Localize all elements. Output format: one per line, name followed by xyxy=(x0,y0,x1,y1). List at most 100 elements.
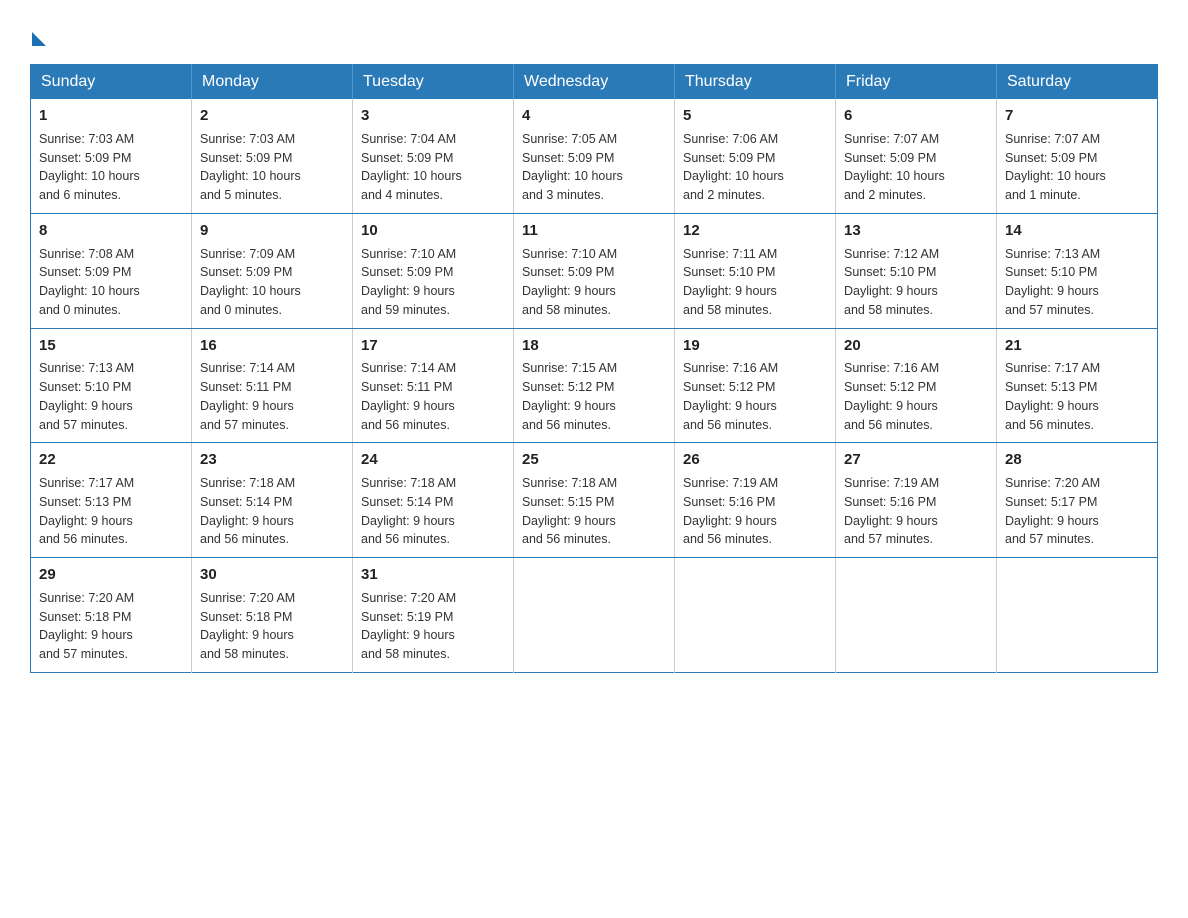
day-number: 5 xyxy=(683,105,827,127)
day-number: 11 xyxy=(522,220,666,242)
calendar-header-thursday: Thursday xyxy=(675,65,836,100)
day-number: 2 xyxy=(200,105,344,127)
calendar-header-friday: Friday xyxy=(836,65,997,100)
day-info: Sunrise: 7:16 AMSunset: 5:12 PMDaylight:… xyxy=(844,359,988,434)
calendar-cell: 19 Sunrise: 7:16 AMSunset: 5:12 PMDaylig… xyxy=(675,328,836,443)
calendar-cell: 8 Sunrise: 7:08 AMSunset: 5:09 PMDayligh… xyxy=(31,213,192,328)
calendar-cell: 30 Sunrise: 7:20 AMSunset: 5:18 PMDaylig… xyxy=(192,558,353,673)
day-number: 10 xyxy=(361,220,505,242)
day-info: Sunrise: 7:20 AMSunset: 5:19 PMDaylight:… xyxy=(361,589,505,664)
calendar-cell: 25 Sunrise: 7:18 AMSunset: 5:15 PMDaylig… xyxy=(514,443,675,558)
calendar-week-5: 29 Sunrise: 7:20 AMSunset: 5:18 PMDaylig… xyxy=(31,558,1158,673)
calendar-header-monday: Monday xyxy=(192,65,353,100)
day-info: Sunrise: 7:11 AMSunset: 5:10 PMDaylight:… xyxy=(683,245,827,320)
calendar-cell: 18 Sunrise: 7:15 AMSunset: 5:12 PMDaylig… xyxy=(514,328,675,443)
day-info: Sunrise: 7:16 AMSunset: 5:12 PMDaylight:… xyxy=(683,359,827,434)
calendar-cell: 9 Sunrise: 7:09 AMSunset: 5:09 PMDayligh… xyxy=(192,213,353,328)
calendar-cell: 3 Sunrise: 7:04 AMSunset: 5:09 PMDayligh… xyxy=(353,99,514,213)
day-number: 30 xyxy=(200,564,344,586)
day-number: 17 xyxy=(361,335,505,357)
day-number: 16 xyxy=(200,335,344,357)
day-info: Sunrise: 7:08 AMSunset: 5:09 PMDaylight:… xyxy=(39,245,183,320)
calendar-cell: 20 Sunrise: 7:16 AMSunset: 5:12 PMDaylig… xyxy=(836,328,997,443)
day-number: 18 xyxy=(522,335,666,357)
calendar-header-sunday: Sunday xyxy=(31,65,192,100)
calendar-cell: 5 Sunrise: 7:06 AMSunset: 5:09 PMDayligh… xyxy=(675,99,836,213)
day-number: 29 xyxy=(39,564,183,586)
day-info: Sunrise: 7:17 AMSunset: 5:13 PMDaylight:… xyxy=(1005,359,1149,434)
logo xyxy=(30,28,46,46)
day-number: 9 xyxy=(200,220,344,242)
calendar-cell xyxy=(836,558,997,673)
day-info: Sunrise: 7:09 AMSunset: 5:09 PMDaylight:… xyxy=(200,245,344,320)
day-info: Sunrise: 7:07 AMSunset: 5:09 PMDaylight:… xyxy=(1005,130,1149,205)
calendar-header-saturday: Saturday xyxy=(997,65,1158,100)
calendar-cell: 11 Sunrise: 7:10 AMSunset: 5:09 PMDaylig… xyxy=(514,213,675,328)
day-number: 23 xyxy=(200,449,344,471)
day-number: 4 xyxy=(522,105,666,127)
calendar-cell: 27 Sunrise: 7:19 AMSunset: 5:16 PMDaylig… xyxy=(836,443,997,558)
day-number: 1 xyxy=(39,105,183,127)
day-number: 7 xyxy=(1005,105,1149,127)
day-info: Sunrise: 7:18 AMSunset: 5:14 PMDaylight:… xyxy=(361,474,505,549)
page-header xyxy=(30,20,1158,46)
day-info: Sunrise: 7:12 AMSunset: 5:10 PMDaylight:… xyxy=(844,245,988,320)
day-info: Sunrise: 7:18 AMSunset: 5:14 PMDaylight:… xyxy=(200,474,344,549)
day-info: Sunrise: 7:15 AMSunset: 5:12 PMDaylight:… xyxy=(522,359,666,434)
day-number: 15 xyxy=(39,335,183,357)
calendar-header-tuesday: Tuesday xyxy=(353,65,514,100)
day-info: Sunrise: 7:14 AMSunset: 5:11 PMDaylight:… xyxy=(200,359,344,434)
day-number: 25 xyxy=(522,449,666,471)
day-info: Sunrise: 7:10 AMSunset: 5:09 PMDaylight:… xyxy=(361,245,505,320)
calendar-week-4: 22 Sunrise: 7:17 AMSunset: 5:13 PMDaylig… xyxy=(31,443,1158,558)
day-info: Sunrise: 7:03 AMSunset: 5:09 PMDaylight:… xyxy=(39,130,183,205)
calendar-week-1: 1 Sunrise: 7:03 AMSunset: 5:09 PMDayligh… xyxy=(31,99,1158,213)
calendar-table: SundayMondayTuesdayWednesdayThursdayFrid… xyxy=(30,64,1158,673)
calendar-cell: 2 Sunrise: 7:03 AMSunset: 5:09 PMDayligh… xyxy=(192,99,353,213)
day-info: Sunrise: 7:10 AMSunset: 5:09 PMDaylight:… xyxy=(522,245,666,320)
calendar-cell: 1 Sunrise: 7:03 AMSunset: 5:09 PMDayligh… xyxy=(31,99,192,213)
day-info: Sunrise: 7:13 AMSunset: 5:10 PMDaylight:… xyxy=(39,359,183,434)
day-number: 6 xyxy=(844,105,988,127)
day-info: Sunrise: 7:06 AMSunset: 5:09 PMDaylight:… xyxy=(683,130,827,205)
day-number: 26 xyxy=(683,449,827,471)
calendar-cell: 15 Sunrise: 7:13 AMSunset: 5:10 PMDaylig… xyxy=(31,328,192,443)
day-info: Sunrise: 7:04 AMSunset: 5:09 PMDaylight:… xyxy=(361,130,505,205)
day-info: Sunrise: 7:20 AMSunset: 5:17 PMDaylight:… xyxy=(1005,474,1149,549)
day-number: 22 xyxy=(39,449,183,471)
calendar-cell: 6 Sunrise: 7:07 AMSunset: 5:09 PMDayligh… xyxy=(836,99,997,213)
calendar-cell: 14 Sunrise: 7:13 AMSunset: 5:10 PMDaylig… xyxy=(997,213,1158,328)
day-number: 20 xyxy=(844,335,988,357)
day-info: Sunrise: 7:20 AMSunset: 5:18 PMDaylight:… xyxy=(39,589,183,664)
calendar-cell: 22 Sunrise: 7:17 AMSunset: 5:13 PMDaylig… xyxy=(31,443,192,558)
day-info: Sunrise: 7:17 AMSunset: 5:13 PMDaylight:… xyxy=(39,474,183,549)
calendar-cell: 12 Sunrise: 7:11 AMSunset: 5:10 PMDaylig… xyxy=(675,213,836,328)
day-number: 12 xyxy=(683,220,827,242)
day-info: Sunrise: 7:05 AMSunset: 5:09 PMDaylight:… xyxy=(522,130,666,205)
calendar-cell: 10 Sunrise: 7:10 AMSunset: 5:09 PMDaylig… xyxy=(353,213,514,328)
day-info: Sunrise: 7:03 AMSunset: 5:09 PMDaylight:… xyxy=(200,130,344,205)
day-number: 24 xyxy=(361,449,505,471)
day-info: Sunrise: 7:13 AMSunset: 5:10 PMDaylight:… xyxy=(1005,245,1149,320)
day-number: 31 xyxy=(361,564,505,586)
day-info: Sunrise: 7:19 AMSunset: 5:16 PMDaylight:… xyxy=(683,474,827,549)
day-number: 27 xyxy=(844,449,988,471)
calendar-cell: 13 Sunrise: 7:12 AMSunset: 5:10 PMDaylig… xyxy=(836,213,997,328)
day-number: 19 xyxy=(683,335,827,357)
calendar-header-wednesday: Wednesday xyxy=(514,65,675,100)
calendar-cell: 16 Sunrise: 7:14 AMSunset: 5:11 PMDaylig… xyxy=(192,328,353,443)
calendar-cell: 7 Sunrise: 7:07 AMSunset: 5:09 PMDayligh… xyxy=(997,99,1158,213)
day-number: 3 xyxy=(361,105,505,127)
calendar-cell xyxy=(997,558,1158,673)
day-info: Sunrise: 7:14 AMSunset: 5:11 PMDaylight:… xyxy=(361,359,505,434)
day-number: 8 xyxy=(39,220,183,242)
calendar-week-2: 8 Sunrise: 7:08 AMSunset: 5:09 PMDayligh… xyxy=(31,213,1158,328)
logo-triangle-icon xyxy=(32,32,46,46)
day-info: Sunrise: 7:07 AMSunset: 5:09 PMDaylight:… xyxy=(844,130,988,205)
day-number: 21 xyxy=(1005,335,1149,357)
calendar-header-row: SundayMondayTuesdayWednesdayThursdayFrid… xyxy=(31,65,1158,100)
calendar-cell xyxy=(514,558,675,673)
calendar-cell xyxy=(675,558,836,673)
day-info: Sunrise: 7:19 AMSunset: 5:16 PMDaylight:… xyxy=(844,474,988,549)
calendar-cell: 17 Sunrise: 7:14 AMSunset: 5:11 PMDaylig… xyxy=(353,328,514,443)
